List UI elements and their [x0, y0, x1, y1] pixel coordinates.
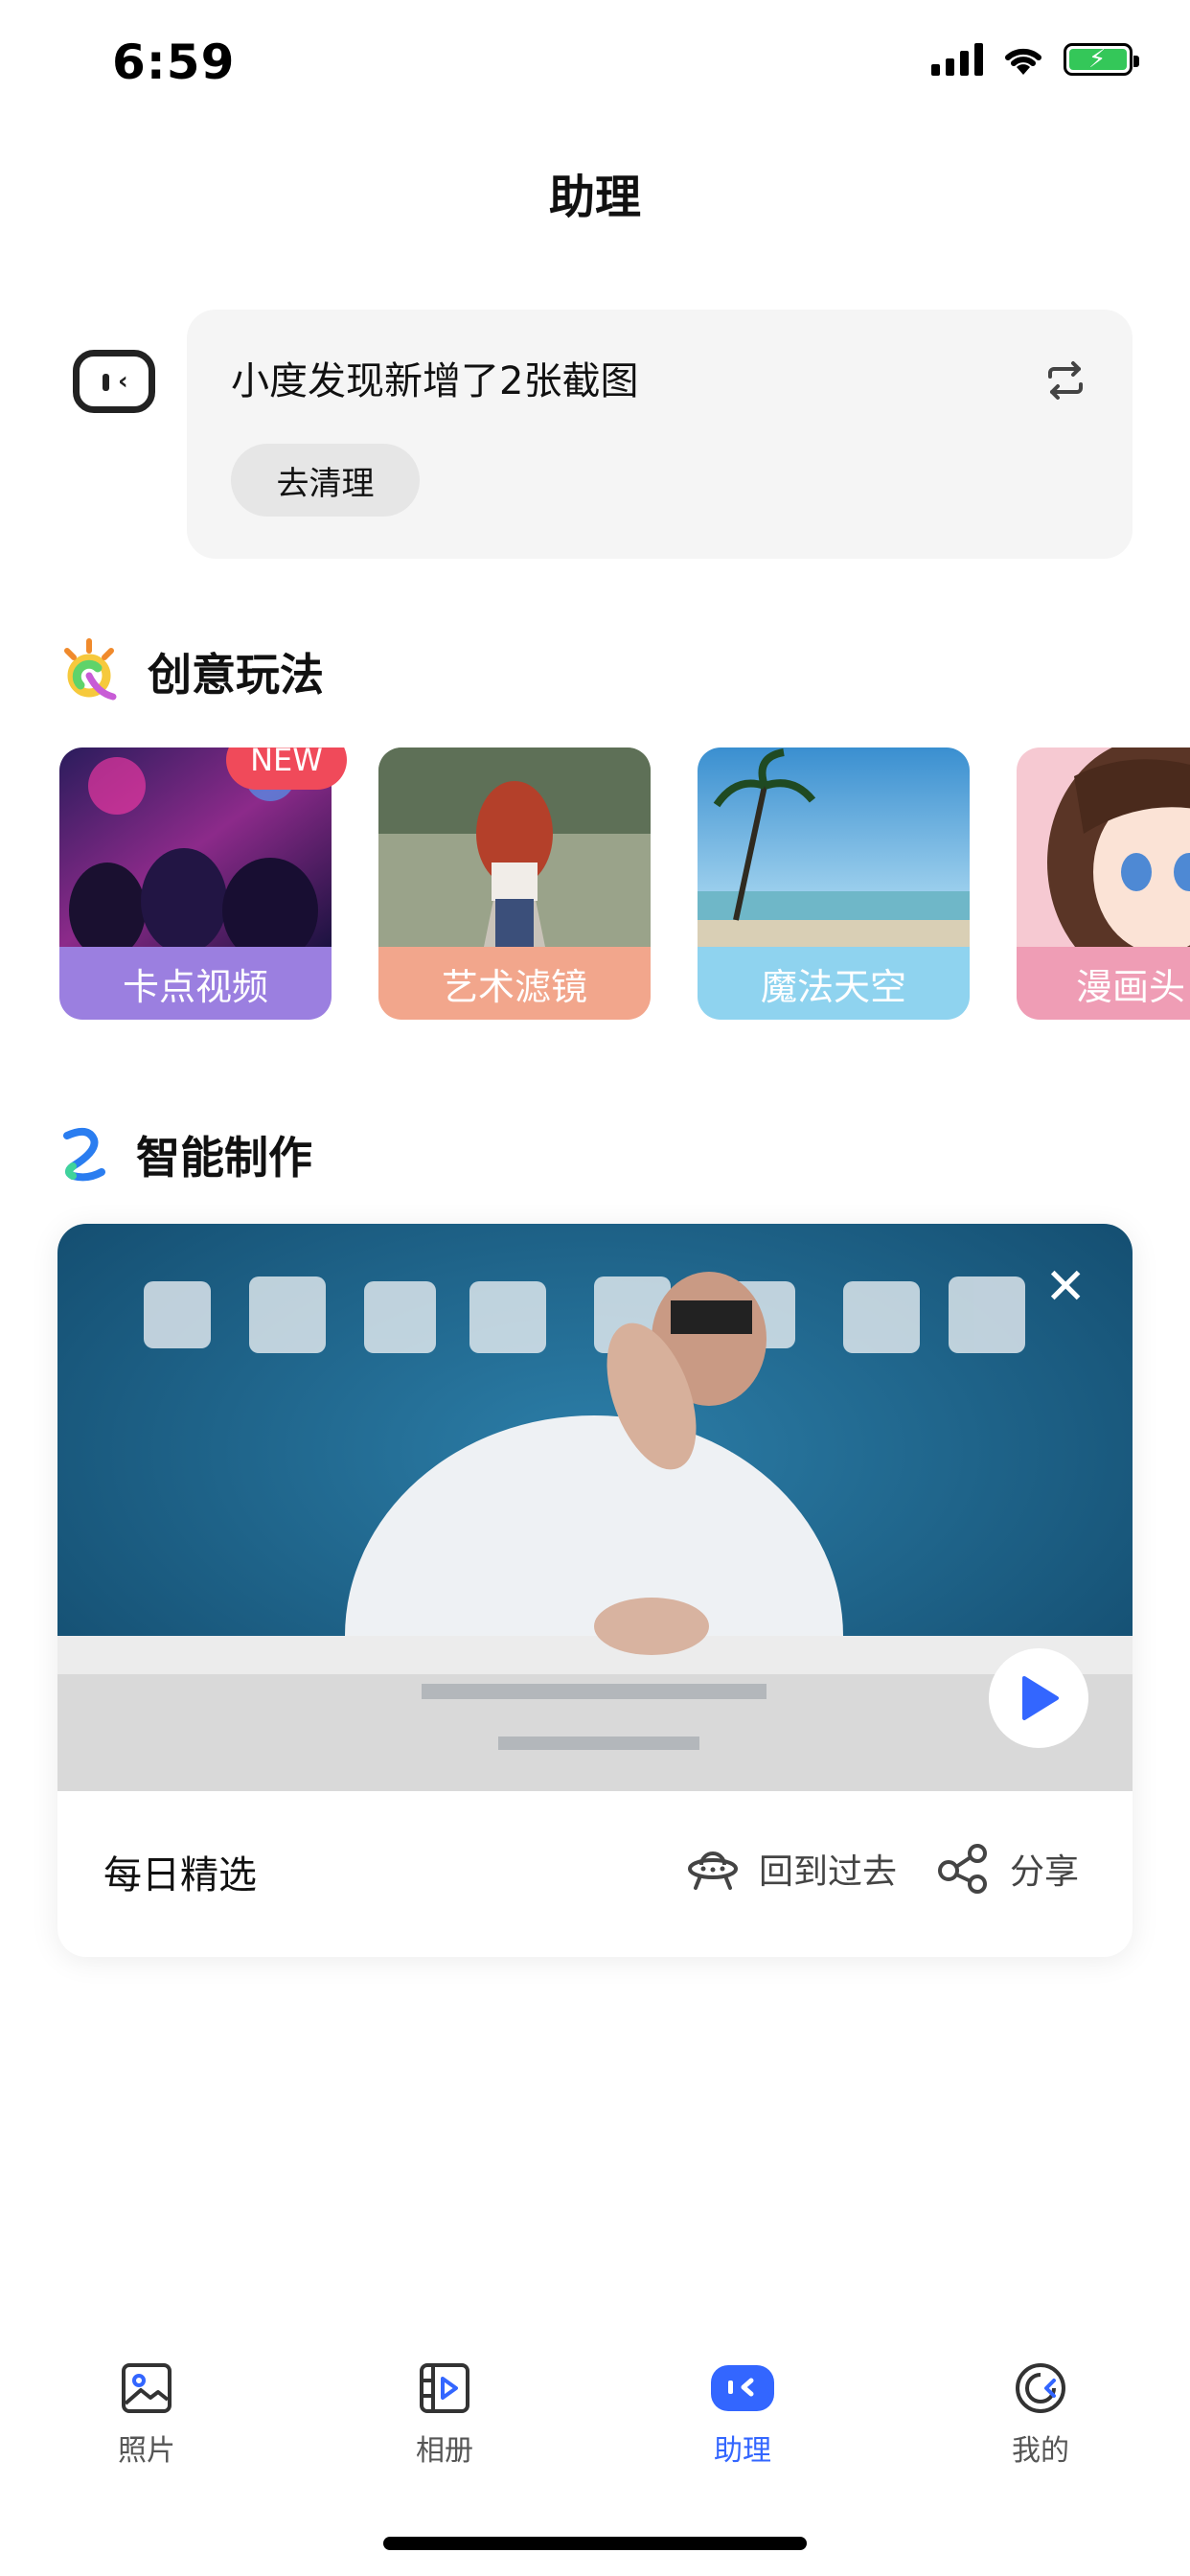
- refresh-icon[interactable]: [1042, 357, 1088, 403]
- creative-card-magic-sky[interactable]: 魔法天空: [698, 748, 970, 1020]
- status-bar: 6:59 ⚡: [0, 0, 1190, 125]
- play-button[interactable]: [989, 1648, 1088, 1748]
- section-creative-title: 创意玩法: [148, 649, 324, 701]
- tab-assistant[interactable]: 助理: [647, 2338, 838, 2469]
- battery-icon: ⚡: [1064, 43, 1139, 76]
- tab-photos[interactable]: 照片: [51, 2338, 242, 2469]
- play-icon: [1022, 1676, 1059, 1720]
- art-filter-thumbnail: [378, 748, 651, 947]
- tab-label: 助理: [714, 2434, 771, 2468]
- section-creative-header: 创意玩法: [59, 637, 324, 706]
- creative-card-label: 卡点视频: [59, 947, 332, 1020]
- creative-card-label: 漫画头: [1017, 947, 1190, 1020]
- video-thumbnail: [57, 1224, 1133, 1791]
- video-card[interactable]: ✕ 每日精选 回到过去 分享: [57, 1224, 1133, 1957]
- creative-card-comic-avatar[interactable]: 漫画头: [1017, 748, 1190, 1020]
- daily-selection-label: 每日精选: [103, 1853, 257, 1898]
- comic-avatar-thumbnail: [1017, 748, 1190, 947]
- status-time: 6:59: [112, 34, 236, 90]
- magic-sky-thumbnail: [698, 748, 970, 947]
- creative-icon: [64, 638, 117, 701]
- share-icon: [938, 1844, 987, 1894]
- back-to-past-button[interactable]: 回到过去: [686, 1844, 897, 1894]
- clean-button[interactable]: 去清理: [231, 444, 420, 517]
- video-footer: 每日精选 回到过去 分享: [57, 1791, 1133, 1957]
- section-smart-title: 智能制作: [136, 1132, 312, 1184]
- wifi-icon: [1005, 48, 1041, 75]
- creative-card-label: 艺术滤镜: [378, 947, 651, 1020]
- ufo-icon: [688, 1852, 738, 1890]
- home-indicator: [383, 2537, 807, 2550]
- new-badge: NEW: [226, 748, 347, 790]
- page-title: 助理: [548, 171, 641, 224]
- album-icon: [420, 2363, 469, 2413]
- assistant-logo-icon: ‹: [73, 350, 155, 413]
- profile-icon: [1016, 2363, 1065, 2413]
- assistant-icon: [711, 2365, 774, 2411]
- tab-bar: 照片 相册 助理 我的: [0, 2338, 1190, 2492]
- back-to-past-label: 回到过去: [759, 1852, 898, 1892]
- tab-label: 我的: [1012, 2434, 1069, 2468]
- tab-label: 照片: [118, 2434, 175, 2468]
- assistant-message-text: 小度发现新增了2张截图: [231, 359, 639, 403]
- share-button[interactable]: 分享: [937, 1844, 1079, 1894]
- status-icons: ⚡: [931, 42, 1139, 77]
- video-player[interactable]: ✕: [57, 1224, 1133, 1791]
- smart-make-icon: [63, 1127, 105, 1182]
- close-icon[interactable]: ✕: [1044, 1262, 1087, 1312]
- cellular-signal-icon: [931, 43, 983, 76]
- assistant-message-card[interactable]: 小度发现新增了2张截图 去清理: [187, 310, 1133, 559]
- tab-albums[interactable]: 相册: [349, 2338, 540, 2469]
- tab-mine[interactable]: 我的: [945, 2338, 1136, 2469]
- share-label: 分享: [1010, 1852, 1080, 1892]
- creative-card-row[interactable]: 卡点视频 艺术滤镜 魔法天空 漫画头 NEW: [59, 748, 1190, 1025]
- creative-card-label: 魔法天空: [698, 947, 970, 1020]
- section-smart-header: 智能制作: [59, 1123, 312, 1186]
- photo-icon: [122, 2363, 172, 2413]
- tab-label: 相册: [416, 2434, 473, 2468]
- creative-card-art-filter[interactable]: 艺术滤镜: [378, 748, 651, 1020]
